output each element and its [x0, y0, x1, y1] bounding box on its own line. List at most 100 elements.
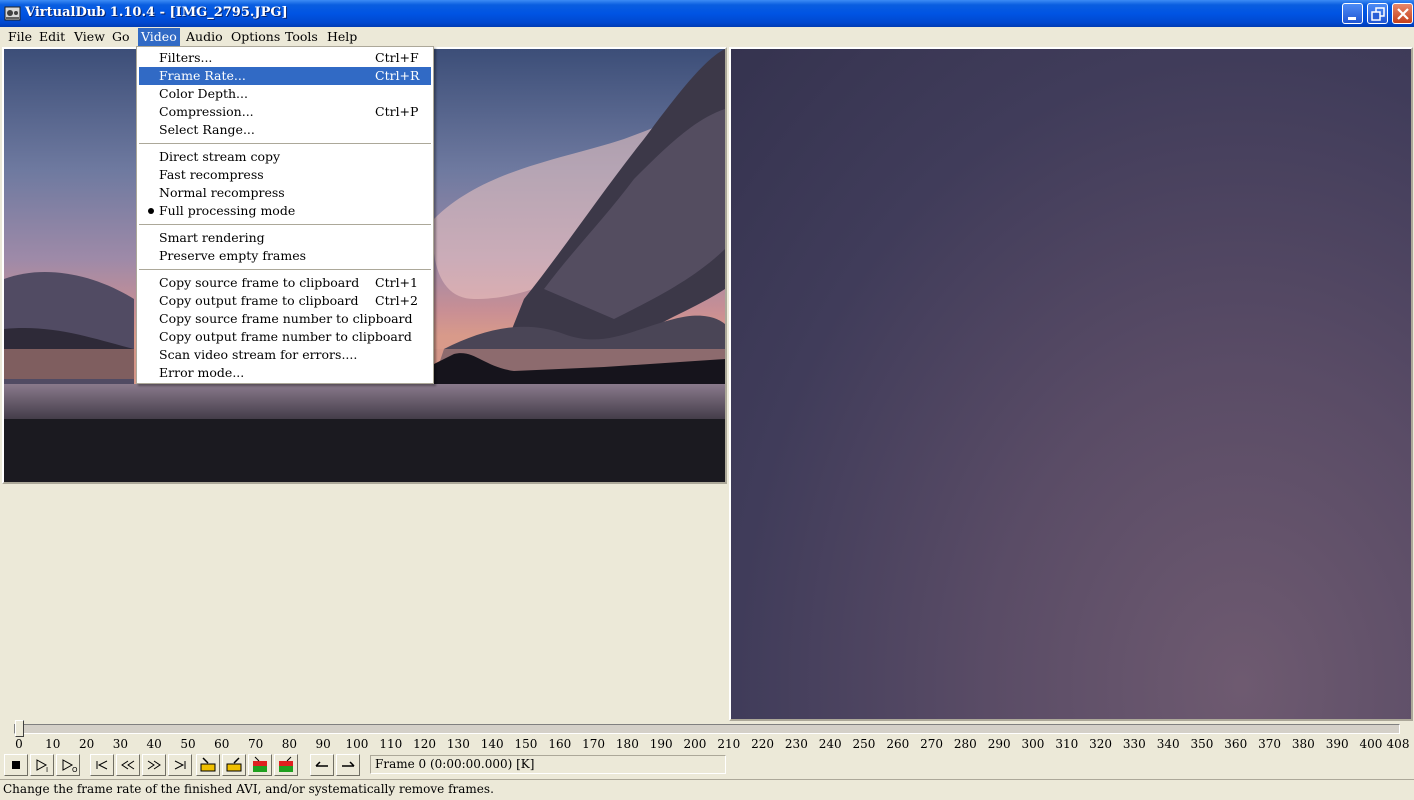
go-end-icon	[174, 760, 186, 770]
next-keyframe-button[interactable]	[222, 754, 246, 776]
menu-separator	[139, 220, 431, 229]
timeline-tick-label: 290	[987, 737, 1011, 751]
mark-in-button[interactable]	[310, 754, 334, 776]
window-title: VirtualDub 1.10.4 - [IMG_2795.JPG]	[25, 5, 288, 20]
mark-out-button[interactable]	[336, 754, 360, 776]
next-scene-button[interactable]	[274, 754, 298, 776]
timeline-tick-label: 330	[1122, 737, 1146, 751]
menu-edit[interactable]: Edit	[36, 28, 68, 46]
menu-item-label: Copy output frame number to clipboard	[159, 329, 412, 344]
video-menu-dropdown: Filters... Ctrl+F Frame Rate... Ctrl+R Col…	[136, 46, 434, 384]
menu-item-copy-output-frame-number[interactable]: Copy output frame number to clipboard	[139, 328, 431, 346]
timeline-tick-label: 220	[751, 737, 775, 751]
menu-item-filters[interactable]: Filters... Ctrl+F	[139, 49, 431, 67]
status-bar: Change the frame rate of the finished AV…	[0, 779, 1414, 800]
virtualdub-app-icon[interactable]	[4, 5, 21, 22]
menu-help[interactable]: Help	[324, 28, 360, 46]
menu-tools[interactable]: Tools	[282, 28, 321, 46]
menu-item-copy-source-frame[interactable]: Copy source frame to clipboard Ctrl+1	[139, 274, 431, 292]
timeline-tick-label: 30	[112, 737, 129, 751]
title-bar: VirtualDub 1.10.4 - [IMG_2795.JPG]	[0, 0, 1414, 27]
menu-item-fast-recompress[interactable]: Fast recompress	[139, 166, 431, 184]
timeline-tick-label: 310	[1055, 737, 1079, 751]
go-end-button[interactable]	[168, 754, 192, 776]
play-output-icon: O	[62, 759, 78, 774]
timeline-tick-label: 70	[247, 737, 264, 751]
timeline-tick-label: 10	[45, 737, 61, 751]
output-video-pane[interactable]	[729, 47, 1413, 721]
stop-button[interactable]	[4, 754, 28, 776]
menu-item-normal-recompress[interactable]: Normal recompress	[139, 184, 431, 202]
menu-item-label: Preserve empty frames	[159, 248, 307, 263]
menu-item-color-depth[interactable]: Color Depth...	[139, 85, 431, 103]
timeline-tick-label: 400	[1359, 737, 1383, 751]
menu-item-direct-stream-copy[interactable]: Direct stream copy	[139, 148, 431, 166]
menu-item-label: Normal recompress	[159, 185, 285, 200]
menu-item-shortcut: Ctrl+1	[375, 275, 418, 290]
timeline-tick-label: 320	[1089, 737, 1113, 751]
menu-go[interactable]: Go	[109, 28, 133, 46]
menu-options[interactable]: Options	[228, 28, 283, 46]
menu-item-frame-rate[interactable]: Frame Rate... Ctrl+R	[139, 67, 431, 85]
timeline-tick-label: 50	[180, 737, 196, 751]
prev-keyframe-button[interactable]	[196, 754, 220, 776]
menu-video[interactable]: Video	[138, 28, 180, 46]
timeline-tick-label: 210	[717, 737, 741, 751]
timeline-tick-label: 190	[649, 737, 673, 751]
menu-item-label: Color Depth...	[159, 86, 248, 101]
close-icon	[1397, 8, 1409, 20]
timeline-track[interactable]	[14, 724, 1400, 734]
timeline-tick-label: 180	[615, 737, 639, 751]
menu-item-label: Frame Rate...	[159, 68, 246, 83]
timeline-tick-label: 80	[281, 737, 298, 751]
timeline-tick-label: 110	[379, 737, 403, 751]
timeline-tick-label: 140	[480, 737, 504, 751]
prev-scene-icon	[253, 756, 267, 772]
menu-item-compression[interactable]: Compression... Ctrl+P	[139, 103, 431, 121]
menu-item-full-processing-mode[interactable]: Full processing mode	[139, 202, 431, 220]
menu-item-label: Smart rendering	[159, 230, 265, 245]
menu-item-copy-output-frame[interactable]: Copy output frame to clipboard Ctrl+2	[139, 292, 431, 310]
timeline-tick-label: 260	[886, 737, 910, 751]
menu-item-shortcut: Ctrl+F	[375, 50, 419, 65]
next-frame-button[interactable]	[142, 754, 166, 776]
menu-item-shortcut: Ctrl+2	[375, 293, 418, 308]
menu-item-shortcut: Ctrl+P	[375, 104, 419, 119]
restore-button[interactable]	[1367, 3, 1388, 24]
timeline-tick-label: 270	[920, 737, 944, 751]
menu-file[interactable]: File	[5, 28, 35, 46]
minimize-button[interactable]	[1342, 3, 1363, 24]
menu-item-error-mode[interactable]: Error mode...	[139, 364, 431, 382]
next-scene-icon	[279, 756, 293, 772]
timeline-tick-label: 340	[1156, 737, 1180, 751]
menu-item-copy-source-frame-number[interactable]: Copy source frame number to clipboard	[139, 310, 431, 328]
timeline-position-thumb[interactable]	[15, 720, 24, 737]
close-button[interactable]	[1392, 3, 1413, 24]
timeline-tick-label: 240	[818, 737, 842, 751]
menu-item-select-range[interactable]: Select Range...	[139, 121, 431, 139]
timeline-tick-label: 390	[1325, 737, 1349, 751]
mark-out-icon	[342, 761, 355, 767]
menu-item-scan-video-stream[interactable]: Scan video stream for errors....	[139, 346, 431, 364]
timeline-tick-label: 408	[1386, 737, 1410, 751]
timeline-tick-label: 280	[953, 737, 977, 751]
play-output-button[interactable]: O	[56, 754, 80, 776]
timeline-tick-label: 0	[15, 737, 23, 751]
menu-item-label: Copy source frame to clipboard	[159, 275, 360, 290]
go-start-icon	[96, 760, 108, 770]
menu-separator	[139, 139, 431, 148]
next-frame-icon	[147, 760, 161, 770]
menu-view[interactable]: View	[71, 28, 108, 46]
prev-keyframe-icon	[200, 757, 216, 772]
prev-frame-button[interactable]	[116, 754, 140, 776]
timeline-tick-label: 150	[514, 737, 538, 751]
timeline-tick-label: 300	[1021, 737, 1045, 751]
menu-audio[interactable]: Audio	[183, 28, 226, 46]
go-start-button[interactable]	[90, 754, 114, 776]
menu-item-smart-rendering[interactable]: Smart rendering	[139, 229, 431, 247]
prev-scene-button[interactable]	[248, 754, 272, 776]
timeline-tick-label: 160	[548, 737, 572, 751]
play-input-button[interactable]: I	[30, 754, 54, 776]
menu-item-preserve-empty-frames[interactable]: Preserve empty frames	[139, 247, 431, 265]
menu-item-label: Compression...	[159, 104, 254, 119]
